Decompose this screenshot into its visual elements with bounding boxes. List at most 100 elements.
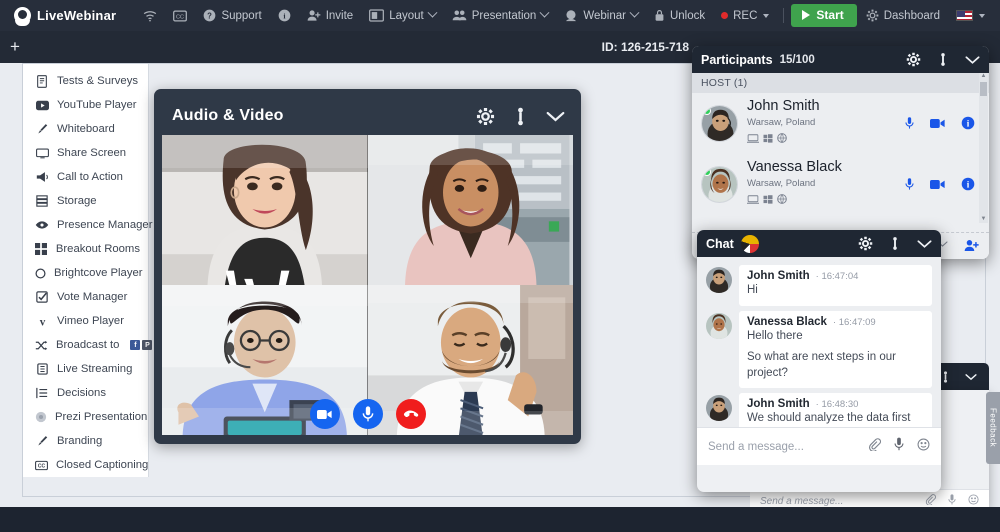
unlock-button[interactable]: Unlock [647,4,712,27]
eye-icon [35,220,49,230]
sidebar-item-storage[interactable]: Storage [23,189,148,213]
participant-devices [747,130,820,148]
chat-panel: Chat John Smith · 16:47:04 Hi Vanessa Bl… [697,230,941,492]
periscope-icon: P [142,340,153,350]
invite-participant-button[interactable] [964,239,979,252]
invite-button[interactable]: Invite [300,4,361,27]
microphone-icon[interactable] [905,116,914,130]
sidebar-label: Broadcast to [56,339,120,351]
table-row[interactable]: Vanessa Black Warsaw, Poland i [692,154,989,215]
sidebar-item-call-to-action[interactable]: Call to Action [23,165,148,189]
sidebar-label: Whiteboard [57,123,115,135]
sidebar-item-live-streaming[interactable]: Live Streaming [23,357,148,381]
emoji-icon[interactable] [968,494,979,508]
start-button[interactable]: Start [791,4,857,27]
app-logo: LiveWebinar [14,7,116,26]
survey-icon [35,74,49,88]
sidebar-item-share-screen[interactable]: Share Screen [23,141,148,165]
checkbox-icon [35,291,49,303]
sidebar-item-prezi-presentation[interactable]: Prezi Presentation [23,405,148,429]
presentation-label: Presentation [471,9,537,22]
pin-icon[interactable] [515,107,526,126]
closed-caption-button[interactable]: CC [166,5,194,27]
chat-input-bar[interactable]: Send a message... [697,427,941,465]
attachment-icon[interactable] [925,494,936,508]
scrollbar-thumb[interactable] [980,82,987,96]
presentation-button[interactable]: Presentation [445,4,556,27]
info-icon[interactable]: i [961,177,975,191]
pin-icon[interactable] [942,370,949,383]
video-camera-icon[interactable] [930,179,945,190]
hangup-button[interactable] [395,399,426,429]
sidebar-label: Storage [57,195,97,207]
message-author: John Smith [747,270,810,282]
webinar-icon [564,9,578,22]
pin-icon[interactable] [891,236,899,251]
sidebar-item-vimeo-player[interactable]: v Vimeo Player [23,309,148,333]
feedback-tab[interactable]: Feedback [986,392,1000,464]
top-toolbar: LiveWebinar CC ? Support i Invite Layout… [0,0,1000,31]
info-icon[interactable]: i [961,116,975,130]
flag-logo-icon [740,234,759,253]
scroll-up-arrow[interactable]: ▲ [980,73,987,80]
background-chat-placeholder: Send a message... [760,495,844,507]
record-button[interactable]: REC [714,5,776,27]
participant-name: Vanessa Black [747,158,842,175]
sidebar-item-decisions[interactable]: Decisions [23,381,148,405]
pin-icon[interactable] [939,52,947,67]
chevron-down-icon[interactable] [546,110,565,123]
info-button[interactable]: i [271,4,298,27]
chevron-down-icon[interactable] [965,373,977,381]
sidebar-item-whiteboard[interactable]: Whiteboard [23,117,148,141]
sidebar-item-youtube-player[interactable]: YouTube Player [23,93,148,117]
call-controls [162,399,573,429]
participant-video-2[interactable] [367,135,573,285]
layout-button[interactable]: Layout [362,4,443,27]
chevron-down-icon[interactable] [965,55,980,65]
chevron-down-icon[interactable] [917,239,932,249]
participant-info: Vanessa Black Warsaw, Poland [747,158,842,209]
sidebar-item-breakout-rooms[interactable]: Breakout Rooms [23,237,148,261]
list-icon [35,387,49,399]
sidebar-item-vote-manager[interactable]: Vote Manager [23,285,148,309]
presentation-icon [452,9,467,22]
attachment-icon[interactable] [868,437,882,456]
chevron-down-icon [629,7,640,18]
dashboard-button[interactable]: Dashboard [859,4,947,27]
sidebar-item-broadcast-to[interactable]: Broadcast to f P V [23,333,165,357]
table-row[interactable]: John Smith Warsaw, Poland i [692,93,989,154]
video-camera-icon[interactable] [930,118,945,129]
sidebar-label: Decisions [57,387,106,399]
microphone-icon[interactable] [948,494,956,508]
gear-icon [866,9,879,22]
emoji-icon[interactable] [917,438,930,456]
sidebar-item-tests-surveys[interactable]: Tests & Surveys [23,69,148,93]
top-toolbar-actions: CC ? Support i Invite Layout Presentatio… [136,4,992,27]
gear-icon[interactable] [476,107,495,126]
sidebar-item-branding[interactable]: Branding [23,429,148,453]
sidebar-label: Tests & Surveys [57,75,138,87]
mic-toggle-button[interactable] [352,399,383,429]
participant-video-1[interactable] [162,135,368,285]
message-text: We should analyze the data first [747,412,911,425]
sidebar-item-closed-captioning[interactable]: CC Closed Captioning [23,453,148,477]
sidebar-item-brightcove-player[interactable]: Brightcove Player [23,261,148,285]
add-tab-button[interactable]: + [0,31,30,63]
language-selector[interactable] [949,5,992,26]
message-header: John Smith · 16:48:30 [747,398,924,410]
webinar-button[interactable]: Webinar [557,4,645,27]
gear-icon[interactable] [858,236,873,251]
microphone-icon[interactable] [905,177,914,191]
participants-scrollbar[interactable]: ▲ ▼ [979,73,988,223]
gear-icon[interactable] [906,52,921,67]
group-name: HOST [701,77,731,89]
bottom-bar [0,507,1000,532]
microphone-icon[interactable] [894,437,904,456]
scroll-down-arrow[interactable]: ▼ [980,216,987,223]
camera-toggle-button[interactable] [309,399,340,429]
wifi-status-button[interactable] [136,5,164,27]
sidebar-item-presence-manager[interactable]: Presence Manager [23,213,152,237]
message-bubble: John Smith · 16:48:30 We should analyze … [739,393,932,427]
support-button[interactable]: ? Support [196,4,268,27]
chat-input-placeholder[interactable]: Send a message... [708,441,855,453]
